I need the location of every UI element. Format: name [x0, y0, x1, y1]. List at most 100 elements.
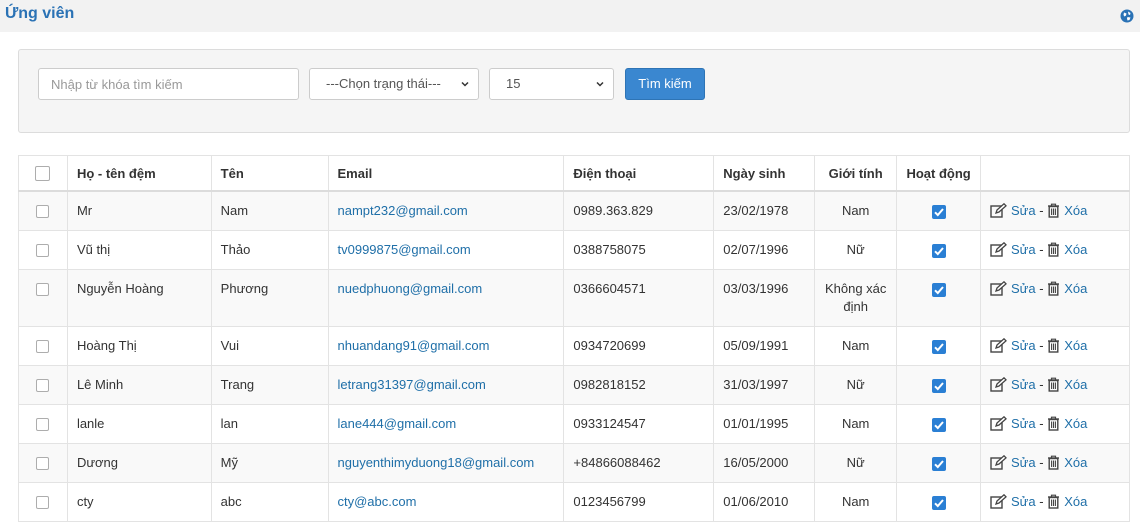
edit-label: Sửa: [1011, 203, 1036, 218]
delete-button[interactable]: Xóa: [1047, 494, 1087, 509]
page-size-select[interactable]: 15: [489, 68, 614, 100]
delete-button[interactable]: Xóa: [1047, 203, 1087, 218]
cell-actions: Sửa - Xóa: [980, 230, 1130, 270]
cell-active: [896, 190, 982, 231]
header-actions: [980, 155, 1130, 192]
delete-button[interactable]: Xóa: [1047, 281, 1087, 296]
email-link[interactable]: letrang31397@gmail.com: [338, 377, 486, 392]
row-checkbox[interactable]: [36, 496, 50, 510]
cell-phone: +84866088462: [563, 443, 715, 483]
edit-button[interactable]: Sửa: [990, 203, 1036, 218]
cell-birthday: 03/03/1996: [713, 269, 816, 327]
globe-icon[interactable]: [1120, 9, 1134, 23]
cell-last-name: Lê Minh: [66, 365, 212, 405]
active-checkbox[interactable]: [931, 282, 946, 297]
trash-icon: [1048, 242, 1060, 257]
row-checkbox[interactable]: [36, 457, 50, 471]
cell-last-name: Hoàng Thị: [66, 326, 212, 366]
cell-email: tv0999875@gmail.com: [327, 230, 565, 270]
row-checkbox[interactable]: [36, 418, 50, 432]
edit-icon: [990, 281, 1007, 296]
active-checkbox[interactable]: [931, 495, 946, 510]
delete-button[interactable]: Xóa: [1047, 338, 1087, 353]
table-row: Dương Mỹ nguyenthimyduong18@gmail.com +8486…: [18, 443, 1130, 483]
header-last-name[interactable]: Họ - tên đệm: [66, 155, 212, 192]
email-link[interactable]: nuedphuong@gmail.com: [338, 281, 483, 296]
search-button[interactable]: Tìm kiếm: [625, 68, 705, 100]
row-checkbox[interactable]: [36, 283, 50, 297]
cell-actions: Sửa - Xóa: [980, 443, 1130, 483]
cell-birthday: 01/06/2010: [713, 482, 816, 522]
email-link[interactable]: cty@abc.com: [338, 494, 417, 509]
edit-button[interactable]: Sửa: [990, 242, 1036, 257]
cell-email: nguyenthimyduong18@gmail.com: [327, 443, 565, 483]
cell-email: nampt232@gmail.com: [327, 190, 565, 231]
edit-button[interactable]: Sửa: [990, 281, 1036, 296]
edit-button[interactable]: Sửa: [990, 416, 1036, 431]
row-checkbox[interactable]: [36, 244, 50, 258]
cell-email: nhuandang91@gmail.com: [327, 326, 565, 366]
row-checkbox[interactable]: [36, 340, 50, 354]
header-active[interactable]: Hoạt động: [896, 155, 982, 192]
delete-button[interactable]: Xóa: [1047, 377, 1087, 392]
delete-label: Xóa: [1064, 338, 1088, 353]
edit-label: Sửa: [1011, 338, 1036, 353]
trash-icon: [1048, 203, 1060, 218]
trash-icon: [1048, 377, 1060, 392]
header-phone[interactable]: Điện thoại: [563, 155, 715, 192]
action-separator: -: [1039, 242, 1044, 257]
search-input[interactable]: [38, 68, 299, 100]
page-size-value: 15: [506, 76, 521, 91]
email-link[interactable]: lane444@gmail.com: [338, 416, 457, 431]
header-email[interactable]: Email: [327, 155, 565, 192]
select-all-checkbox[interactable]: [35, 166, 51, 182]
edit-label: Sửa: [1011, 416, 1036, 431]
active-checkbox[interactable]: [931, 417, 946, 432]
status-select[interactable]: ---Chọn trạng thái---: [309, 68, 479, 100]
row-select-cell: [18, 190, 68, 231]
delete-label: Xóa: [1064, 455, 1088, 470]
active-checkbox[interactable]: [931, 339, 946, 354]
cell-active: [896, 269, 982, 327]
edit-button[interactable]: Sửa: [990, 377, 1036, 392]
cell-birthday: 23/02/1978: [713, 190, 816, 231]
cell-last-name: Vũ thị: [66, 230, 212, 270]
chevron-down-icon: [596, 81, 604, 87]
active-checkbox[interactable]: [931, 378, 946, 393]
delete-label: Xóa: [1064, 242, 1088, 257]
trash-icon: [1048, 494, 1060, 509]
cell-active: [896, 230, 982, 270]
trash-icon: [1048, 338, 1060, 353]
action-separator: -: [1039, 416, 1044, 431]
cell-phone: 0982818152: [563, 365, 715, 405]
edit-button[interactable]: Sửa: [990, 455, 1036, 470]
email-link[interactable]: nhuandang91@gmail.com: [338, 338, 490, 353]
cell-email: cty@abc.com: [327, 482, 565, 522]
action-separator: -: [1039, 455, 1044, 470]
delete-button[interactable]: Xóa: [1047, 242, 1087, 257]
delete-button[interactable]: Xóa: [1047, 455, 1087, 470]
email-link[interactable]: tv0999875@gmail.com: [338, 242, 471, 257]
delete-button[interactable]: Xóa: [1047, 416, 1087, 431]
trash-icon: [1048, 281, 1060, 296]
email-link[interactable]: nampt232@gmail.com: [338, 203, 468, 218]
action-separator: -: [1039, 203, 1044, 218]
edit-button[interactable]: Sửa: [990, 338, 1036, 353]
row-checkbox[interactable]: [36, 205, 50, 219]
active-checkbox[interactable]: [931, 243, 946, 258]
header-birthday[interactable]: Ngày sinh: [713, 155, 816, 192]
header-first-name[interactable]: Tên: [210, 155, 329, 192]
cell-last-name: Mr: [66, 190, 212, 231]
header-gender[interactable]: Giới tính: [814, 155, 898, 192]
select-all-cell: [18, 155, 68, 192]
active-checkbox[interactable]: [931, 456, 946, 471]
trash-icon: [1048, 455, 1060, 470]
active-checkbox[interactable]: [931, 204, 946, 219]
cell-first-name: lan: [210, 404, 329, 444]
row-checkbox[interactable]: [36, 379, 50, 393]
email-link[interactable]: nguyenthimyduong18@gmail.com: [338, 455, 535, 470]
cell-first-name: Thảo: [210, 230, 329, 270]
edit-button[interactable]: Sửa: [990, 494, 1036, 509]
cell-active: [896, 443, 982, 483]
edit-icon: [990, 338, 1007, 353]
